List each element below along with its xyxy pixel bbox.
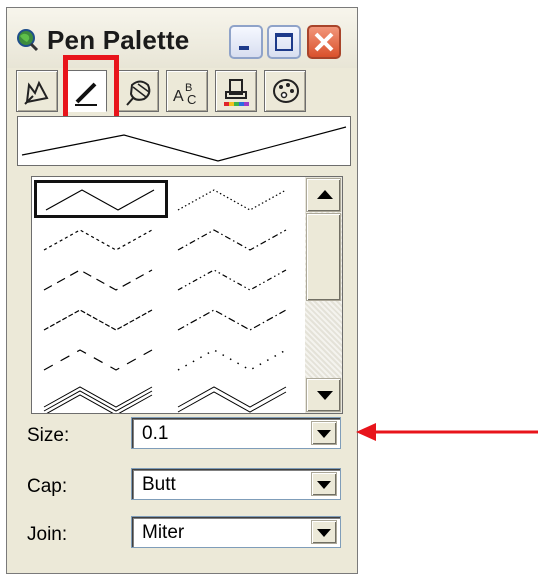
pen-style-dash-dot-long-line — [177, 309, 287, 331]
pen-style-double-line — [177, 386, 287, 413]
annotation-arrow-icon — [356, 423, 538, 441]
size-value: 0.1 — [142, 423, 169, 444]
join-row: Join: Miter — [27, 516, 347, 552]
size-select[interactable]: 0.1 — [131, 417, 341, 449]
pen-style-dash-dot[interactable] — [168, 220, 302, 258]
tab-pen-select[interactable] — [16, 70, 58, 112]
pen-style-dotted-sparse[interactable] — [168, 340, 302, 378]
pen-style-grid — [32, 177, 302, 413]
pen-style-solid[interactable] — [34, 180, 168, 218]
pen-style-dashed-short-line — [43, 229, 153, 251]
pen-style-dash-dot-line — [177, 229, 287, 251]
arrow-down-icon — [317, 391, 333, 400]
title-bar[interactable]: Pen Palette — [7, 8, 357, 68]
close-icon — [314, 32, 334, 52]
pen-style-triple[interactable] — [34, 377, 168, 413]
cap-label: Cap: — [27, 476, 68, 497]
pen-style-triple-line — [43, 386, 153, 413]
minimize-icon — [239, 46, 249, 50]
pen-style-dash-dot-long[interactable] — [168, 300, 302, 338]
maximize-button[interactable] — [267, 25, 301, 59]
color-palette-icon — [273, 79, 299, 103]
pen-style-dotted-fine[interactable] — [168, 180, 302, 218]
chevron-down-icon — [317, 430, 331, 438]
size-label: Size: — [27, 425, 70, 446]
pen-style-double[interactable] — [168, 377, 302, 413]
pen-select-icon — [24, 80, 49, 105]
join-value: Miter — [142, 522, 185, 543]
pen-style-dash-medium-line — [43, 309, 153, 331]
pen-style-solid-line — [45, 189, 155, 211]
tab-paint-bucket[interactable] — [215, 70, 257, 112]
window-title: Pen Palette — [47, 25, 190, 55]
pen-style-dash-sparse[interactable] — [34, 340, 168, 378]
fill-pattern-icon — [126, 80, 151, 106]
globe-magnifier-icon — [17, 29, 39, 52]
pen-preview — [17, 116, 351, 166]
size-dropdown-button[interactable] — [311, 421, 337, 445]
tab-color-palette[interactable] — [264, 70, 306, 112]
text-style-icon: A B C — [173, 82, 196, 107]
pen-style-dashed-long[interactable] — [34, 260, 168, 298]
tab-fill-pattern[interactable] — [117, 70, 159, 112]
cap-value: Butt — [142, 474, 176, 495]
pen-style-dash-dot-dot[interactable] — [168, 260, 302, 298]
svg-text:A: A — [173, 88, 184, 105]
scroll-up-button[interactable] — [306, 178, 341, 212]
pen-style-list — [31, 176, 343, 414]
maximize-icon — [275, 33, 293, 51]
cap-row: Cap: Butt — [27, 468, 347, 504]
arrow-up-icon — [317, 190, 333, 199]
svg-text:C: C — [187, 92, 196, 107]
pen-style-scrollbar[interactable] — [305, 177, 342, 413]
pen-style-dash-dot-dot-line — [177, 269, 287, 291]
pen-style-dash-sparse-line — [43, 349, 153, 371]
scroll-down-button[interactable] — [306, 378, 341, 412]
join-select[interactable]: Miter — [131, 516, 341, 548]
pen-style-dotted-sparse-line — [177, 349, 287, 371]
preview-line — [21, 126, 347, 162]
join-label: Join: — [27, 524, 68, 545]
paint-bucket-icon — [224, 79, 249, 106]
chevron-down-icon — [317, 529, 331, 537]
cap-select[interactable]: Butt — [131, 468, 341, 500]
pen-style-dashed-short[interactable] — [34, 220, 168, 258]
pen-palette-window: Pen Palette A B C Size: 0.1 Cap: Butt Jo… — [6, 7, 358, 574]
scrollbar-thumb[interactable] — [306, 213, 341, 301]
pen-style-dotted-fine-line — [177, 189, 287, 211]
pen-style-dashed-long-line — [43, 269, 153, 291]
close-button[interactable] — [307, 25, 341, 59]
size-row: Size: 0.1 — [27, 417, 347, 453]
cap-dropdown-button[interactable] — [311, 472, 337, 496]
join-dropdown-button[interactable] — [311, 520, 337, 544]
pen-style-dash-medium[interactable] — [34, 300, 168, 338]
chevron-down-icon — [317, 481, 331, 489]
minimize-button[interactable] — [229, 25, 263, 59]
tab-text-style[interactable]: A B C — [166, 70, 208, 112]
